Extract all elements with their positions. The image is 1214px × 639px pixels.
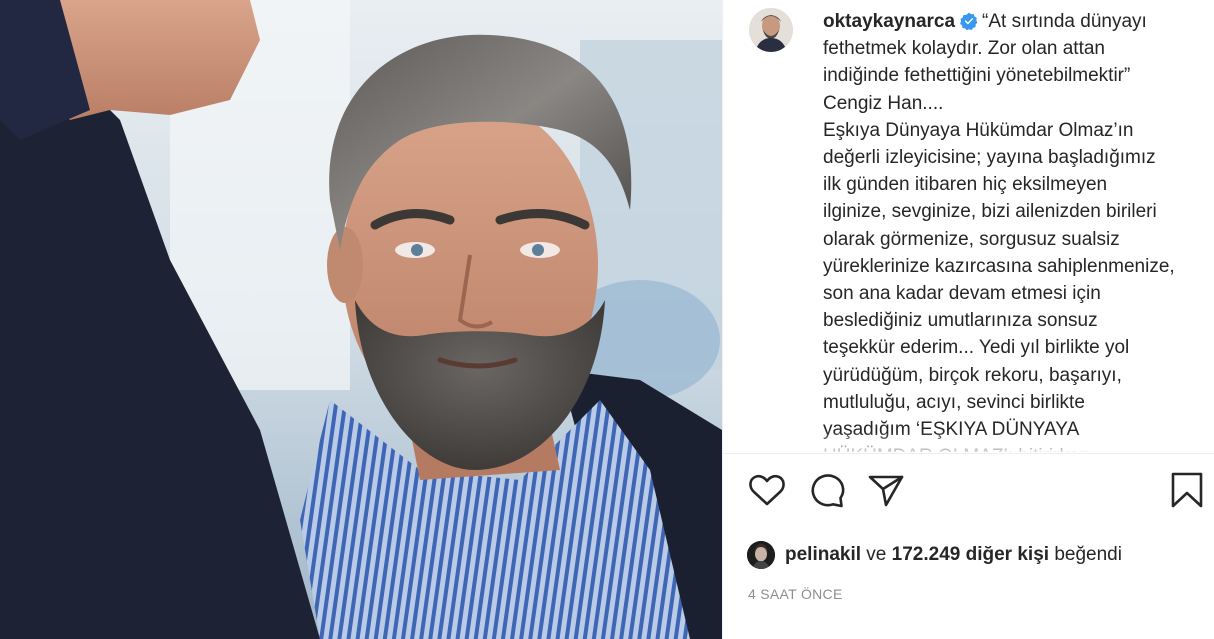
caption-fade-overlay <box>723 432 1214 452</box>
comment-icon <box>811 474 845 508</box>
likes-connector: ve <box>861 544 892 565</box>
verified-badge-icon <box>960 12 978 30</box>
action-bar <box>723 470 1214 520</box>
post-photo[interactable] <box>0 0 722 639</box>
likes-summary: pelinakil ve 172.249 diğer kişi beğendi <box>747 538 1122 572</box>
caption-area: oktaykaynarca “At sırtında dünyayı fethet… <box>723 0 1214 452</box>
like-button[interactable] <box>747 470 787 516</box>
bookmark-icon <box>1171 472 1203 508</box>
likes-suffix: beğendi <box>1049 544 1122 565</box>
liker-username[interactable]: pelinakil <box>785 544 861 566</box>
author-avatar[interactable] <box>749 8 793 52</box>
liker-avatar[interactable] <box>747 541 775 569</box>
likes-count[interactable]: 172.249 diğer kişi <box>892 544 1049 566</box>
post-details-panel: oktaykaynarca “At sırtında dünyayı fethet… <box>722 0 1214 639</box>
portrait-illustration <box>0 0 722 639</box>
heart-icon <box>749 474 785 506</box>
section-divider <box>723 453 1214 454</box>
comment-button[interactable] <box>807 470 847 516</box>
share-button[interactable] <box>866 470 906 516</box>
caption-text: “At sırtında dünyayı fethetmek kolaydır.… <box>823 11 1175 452</box>
author-username[interactable]: oktaykaynarca <box>823 11 955 32</box>
post-timestamp[interactable]: 4 SAAT ÖNCE <box>748 586 843 602</box>
post-caption: oktaykaynarca “At sırtında dünyayı fethet… <box>823 8 1195 452</box>
save-button[interactable] <box>1167 470 1207 516</box>
paper-plane-icon <box>868 475 904 507</box>
